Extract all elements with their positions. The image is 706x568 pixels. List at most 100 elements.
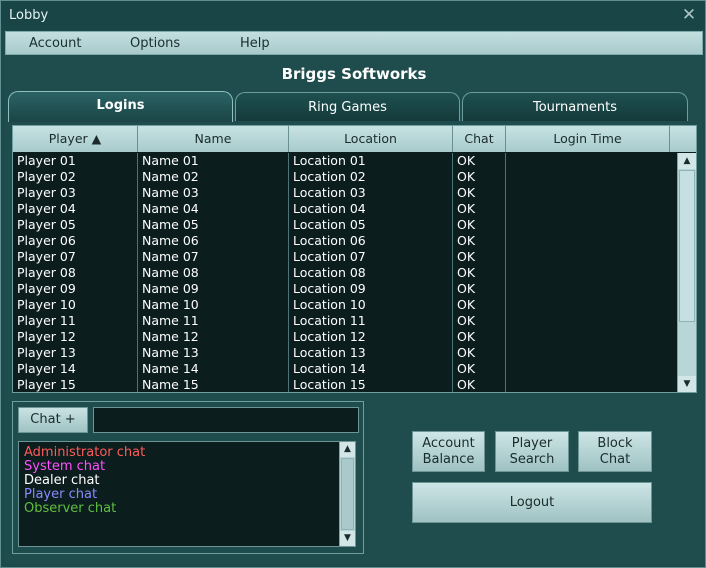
table-header: Player ▲ Name Location Chat Login Time <box>13 126 696 152</box>
cell-name: Name 03 <box>142 185 199 200</box>
cell-name: Name 06 <box>142 233 199 248</box>
cell-chat: OK <box>457 281 476 296</box>
table-row[interactable]: Player 09 Name 09 Location 09 OK <box>13 281 677 297</box>
column-header-login-time[interactable]: Login Time <box>506 126 670 152</box>
cell-chat: OK <box>457 249 476 264</box>
cell-location: Location 12 <box>293 329 366 344</box>
column-header-player[interactable]: Player ▲ <box>13 126 138 152</box>
cell-player: Player 01 <box>17 153 76 168</box>
cell-location: Location 01 <box>293 153 366 168</box>
cell-name: Name 09 <box>142 281 199 296</box>
table-row[interactable]: Player 04 Name 04 Location 04 OK <box>13 201 677 217</box>
cell-name: Name 01 <box>142 153 199 168</box>
chat-input[interactable] <box>93 407 359 433</box>
tab-ring-games[interactable]: Ring Games <box>235 92 460 121</box>
cell-chat: OK <box>457 297 476 312</box>
cell-name: Name 14 <box>142 361 199 376</box>
cell-name: Name 11 <box>142 313 199 328</box>
column-header-chat[interactable]: Chat <box>453 126 506 152</box>
cell-location: Location 02 <box>293 169 366 184</box>
cell-player: Player 15 <box>17 377 76 392</box>
table-row[interactable]: Player 07 Name 07 Location 07 OK <box>13 249 677 265</box>
cell-player: Player 04 <box>17 201 76 216</box>
cell-name: Name 10 <box>142 297 199 312</box>
table-row[interactable]: Player 13 Name 13 Location 13 OK <box>13 345 677 361</box>
column-header-name[interactable]: Name <box>138 126 289 152</box>
cell-chat: OK <box>457 201 476 216</box>
table-row[interactable]: Player 06 Name 06 Location 06 OK <box>13 233 677 249</box>
cell-location: Location 10 <box>293 297 366 312</box>
chat-log: Administrator chat System chat Dealer ch… <box>18 441 356 547</box>
chat-line-system: System chat <box>24 459 106 474</box>
column-header-location[interactable]: Location <box>289 126 453 152</box>
brand-title: Briggs Softworks <box>281 65 427 83</box>
cell-player: Player 09 <box>17 281 76 296</box>
chat-line-dealer: Dealer chat <box>24 473 100 488</box>
menu-options[interactable]: Options <box>130 36 180 51</box>
table-row[interactable]: Player 11 Name 11 Location 11 OK <box>13 313 677 329</box>
scroll-thumb[interactable] <box>679 170 695 322</box>
cell-name: Name 05 <box>142 217 199 232</box>
tab-logins[interactable]: Logins <box>8 91 233 122</box>
logout-button[interactable]: Logout <box>412 482 652 523</box>
cell-chat: OK <box>457 265 476 280</box>
cell-name: Name 04 <box>142 201 199 216</box>
scroll-up-icon[interactable]: ▲ <box>340 442 355 457</box>
tab-tournaments[interactable]: Tournaments <box>462 92 688 121</box>
cell-name: Name 15 <box>142 377 199 392</box>
cell-location: Location 09 <box>293 281 366 296</box>
table-scrollbar[interactable]: ▲ ▼ <box>677 153 696 392</box>
chat-scrollbar[interactable]: ▲ ▼ <box>339 442 355 546</box>
cell-location: Location 14 <box>293 361 366 376</box>
cell-chat: OK <box>457 377 476 392</box>
cell-chat: OK <box>457 329 476 344</box>
cell-chat: OK <box>457 313 476 328</box>
table-row[interactable]: Player 10 Name 10 Location 10 OK <box>13 297 677 313</box>
table-row[interactable]: Player 02 Name 02 Location 02 OK <box>13 169 677 185</box>
chat-plus-button[interactable]: Chat + <box>18 407 88 433</box>
cell-player: Player 13 <box>17 345 76 360</box>
cell-name: Name 08 <box>142 265 199 280</box>
cell-player: Player 11 <box>17 313 76 328</box>
cell-name: Name 13 <box>142 345 199 360</box>
table-row[interactable]: Player 15 Name 15 Location 15 OK <box>13 377 677 392</box>
scroll-down-icon[interactable]: ▼ <box>340 531 355 546</box>
menu-help[interactable]: Help <box>240 36 270 51</box>
cell-location: Location 13 <box>293 345 366 360</box>
cell-player: Player 05 <box>17 217 76 232</box>
lobby-content: Briggs Softworks Logins Ring Games Tourn… <box>5 56 703 564</box>
table-row[interactable]: Player 14 Name 14 Location 14 OK <box>13 361 677 377</box>
cell-location: Location 06 <box>293 233 366 248</box>
chat-line-player: Player chat <box>24 487 98 502</box>
block-chat-button[interactable]: Block Chat <box>578 431 652 472</box>
table-row[interactable]: Player 05 Name 05 Location 05 OK <box>13 217 677 233</box>
table-body: Player 01 Name 01 Location 01 OK Player 02 Na… <box>13 153 677 392</box>
cell-player: Player 10 <box>17 297 76 312</box>
table-row[interactable]: Player 12 Name 12 Location 12 OK <box>13 329 677 345</box>
cell-player: Player 14 <box>17 361 76 376</box>
cell-location: Location 05 <box>293 217 366 232</box>
scroll-up-icon[interactable]: ▲ <box>678 153 696 169</box>
table-row[interactable]: Player 08 Name 08 Location 08 OK <box>13 265 677 281</box>
scroll-down-icon[interactable]: ▼ <box>678 376 696 392</box>
table-row[interactable]: Player 03 Name 03 Location 03 OK <box>13 185 677 201</box>
chat-line-observer: Observer chat <box>24 501 117 516</box>
cell-chat: OK <box>457 153 476 168</box>
menu-account[interactable]: Account <box>29 36 82 51</box>
player-search-button[interactable]: Player Search <box>495 431 569 472</box>
cell-chat: OK <box>457 345 476 360</box>
cell-location: Location 11 <box>293 313 366 328</box>
close-icon[interactable]: ✕ <box>681 6 697 24</box>
title-bar[interactable]: Lobby ✕ <box>1 1 705 30</box>
menu-bar: Account Options Help <box>5 31 703 55</box>
scroll-thumb[interactable] <box>341 458 354 530</box>
account-balance-button[interactable]: Account Balance <box>412 431 485 472</box>
cell-chat: OK <box>457 361 476 376</box>
cell-player: Player 08 <box>17 265 76 280</box>
cell-chat: OK <box>457 185 476 200</box>
chat-panel: Chat + Administrator chat System chat De… <box>12 401 364 554</box>
lobby-window: Lobby ✕ Account Options Help Briggs Soft… <box>0 0 706 568</box>
cell-player: Player 07 <box>17 249 76 264</box>
cell-player: Player 03 <box>17 185 76 200</box>
table-row[interactable]: Player 01 Name 01 Location 01 OK <box>13 153 677 169</box>
